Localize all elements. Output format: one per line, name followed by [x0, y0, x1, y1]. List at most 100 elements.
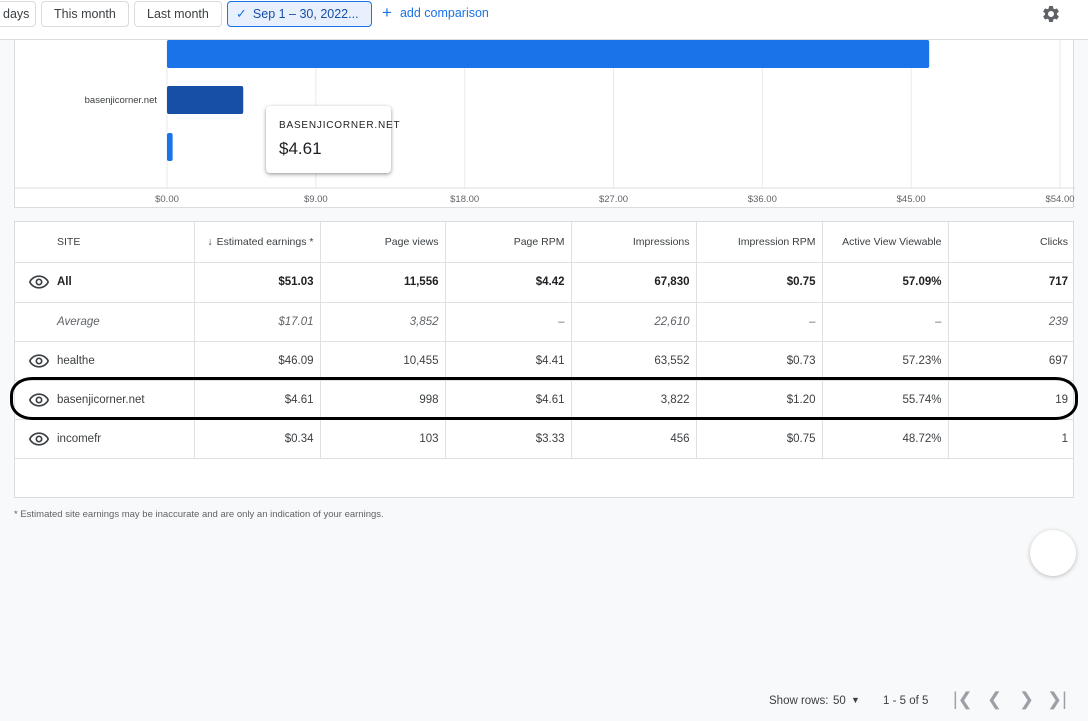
- table-pagination: Show rows: 50 ▼ 1 - 5 of 5 |❮ ❮ ❯ ❯|: [15, 681, 1074, 721]
- rows-per-page-select[interactable]: 50: [833, 695, 846, 707]
- sort-arrow-icon: ↓: [207, 235, 213, 248]
- last-page-icon[interactable]: ❯|: [1047, 689, 1067, 710]
- earnings-bar-chart: $0.00 $9.00 $18.00 $27.00 $36.00 $45.00 $54.00…: [14, 40, 1075, 208]
- table-header-row: SITE ↓ Estimated earnings * Page views Pa…: [15, 222, 1074, 263]
- cell-active-view-viewable: 48.72%: [821, 419, 948, 459]
- x-tick-label: $45.00: [897, 194, 926, 205]
- y-category-label: basenjicorner.net: [85, 95, 158, 106]
- cell-page-rpm: –: [444, 302, 571, 342]
- cell-impression-rpm: –: [695, 302, 822, 342]
- eye-icon[interactable]: [29, 275, 49, 289]
- table-row[interactable]: healthe $46.09 10,455 $4.41 63,552 $0.73 57.23…: [15, 341, 1074, 381]
- cell-impression-rpm: $0.73: [695, 341, 822, 381]
- earnings-footnote: * Estimated site earnings may be inaccur…: [14, 509, 384, 520]
- x-tick-label: $9.00: [304, 194, 328, 205]
- cell-page-views: 10,455: [319, 341, 445, 381]
- column-header-page-rpm[interactable]: Page RPM: [444, 222, 571, 263]
- header-label: Estimated earnings *: [216, 235, 314, 248]
- previous-page-icon[interactable]: ❮: [987, 689, 1002, 710]
- x-tick-label: $54.00: [1045, 194, 1074, 205]
- cell-page-views: 998: [319, 380, 445, 420]
- cell-page-views: 3,852: [319, 302, 445, 342]
- visibility-cell: [15, 302, 55, 342]
- x-tick-label: $18.00: [450, 194, 479, 205]
- column-header-active-view-viewable[interactable]: Active View Viewable: [821, 222, 948, 263]
- first-page-icon[interactable]: |❮: [953, 689, 973, 710]
- cell-active-view-viewable: 55.74%: [821, 380, 948, 420]
- last-month-chip[interactable]: Last month: [134, 1, 222, 27]
- x-tick-label: $27.00: [599, 194, 628, 205]
- cell-page-rpm: $4.61: [444, 380, 571, 420]
- this-month-chip[interactable]: This month: [41, 1, 129, 27]
- cell-clicks: 19: [947, 380, 1074, 420]
- tooltip-value: $4.61: [279, 139, 322, 158]
- x-tick-label: $0.00: [155, 194, 179, 205]
- sites-table-card: SITE ↓ Estimated earnings * Page views Pa…: [14, 221, 1074, 709]
- cell-clicks: 717: [947, 262, 1074, 303]
- eye-icon[interactable]: [29, 353, 49, 368]
- cell-page-rpm: $3.33: [444, 419, 571, 459]
- cell-estimated-earnings: $0.34: [193, 419, 320, 459]
- cell-site: Average: [55, 302, 194, 342]
- table-total-row[interactable]: All $51.03 11,556 $4.42 67,830 $0.75 57.09% 717: [15, 262, 1074, 303]
- chart-tooltip: BASENJICORNER.NET $4.61: [266, 106, 401, 173]
- cell-impression-rpm: $1.20: [695, 380, 822, 420]
- cell-site: All: [55, 262, 194, 303]
- table-row[interactable]: basenjicorner.net $4.61 998 $4.61 3,822 $1.20…: [15, 380, 1074, 420]
- visibility-cell[interactable]: [15, 380, 55, 420]
- chip-label: Sep 1 – 30, 2022...: [252, 7, 359, 21]
- next-page-icon[interactable]: ❯: [1019, 689, 1034, 710]
- pagination-range: 1 - 5 of 5: [883, 695, 929, 707]
- tooltip-title: BASENJICORNER.NET: [279, 120, 401, 131]
- column-header-impressions[interactable]: Impressions: [570, 222, 696, 263]
- cell-impressions: 67,830: [570, 262, 696, 303]
- cell-impressions: 456: [570, 419, 696, 459]
- floating-action-button[interactable]: [1030, 530, 1076, 576]
- last-days-chip[interactable]: days: [0, 1, 36, 27]
- custom-range-chip[interactable]: ✓ Sep 1 – 30, 2022...: [227, 1, 372, 27]
- cell-impressions: 22,610: [570, 302, 696, 342]
- column-header-page-views[interactable]: Page views: [319, 222, 445, 263]
- sites-table: SITE ↓ Estimated earnings * Page views Pa…: [15, 222, 1074, 459]
- table-row[interactable]: incomefr $0.34 103 $3.33 456 $0.75 48.72% 1: [15, 419, 1074, 459]
- add-comparison-button[interactable]: + add comparison: [382, 3, 489, 22]
- cell-estimated-earnings: $17.01: [193, 302, 320, 342]
- eye-column-header: [15, 222, 55, 263]
- cell-impression-rpm: $0.75: [695, 262, 822, 303]
- visibility-cell[interactable]: [15, 419, 55, 459]
- cell-active-view-viewable: –: [821, 302, 948, 342]
- bar-basenjicorner.net[interactable]: [167, 86, 244, 114]
- chip-label: Last month: [147, 7, 209, 21]
- cell-site: healthe: [55, 341, 194, 381]
- table-average-row[interactable]: Average $17.01 3,852–22,610– –239: [15, 302, 1074, 342]
- column-header-estimated-earnings[interactable]: ↓ Estimated earnings *: [193, 222, 320, 263]
- cell-active-view-viewable: 57.23%: [821, 341, 948, 381]
- bar-chart-svg: $0.00 $9.00 $18.00 $27.00 $36.00 $45.00 $54.00…: [15, 40, 1075, 205]
- cell-estimated-earnings: $4.61: [193, 380, 320, 420]
- cell-impressions: 3,822: [570, 380, 696, 420]
- cell-impressions: 63,552: [570, 341, 696, 381]
- eye-icon[interactable]: [29, 392, 49, 407]
- cell-clicks: 697: [947, 341, 1074, 381]
- cell-clicks: 239: [947, 302, 1074, 342]
- gear-icon[interactable]: [1041, 4, 1061, 24]
- plus-icon: +: [382, 3, 392, 22]
- x-tick-label: $36.00: [748, 194, 777, 205]
- bar-site-0[interactable]: [167, 40, 930, 68]
- visibility-cell[interactable]: [15, 341, 55, 381]
- visibility-cell[interactable]: [15, 262, 55, 303]
- cell-page-views: 103: [319, 419, 445, 459]
- column-header-clicks[interactable]: Clicks: [947, 222, 1074, 263]
- column-header-impression-rpm[interactable]: Impression RPM: [695, 222, 822, 263]
- check-icon: ✓: [236, 6, 247, 21]
- add-comparison-label: add comparison: [399, 6, 489, 20]
- eye-icon[interactable]: [29, 431, 49, 446]
- cell-site: basenjicorner.net: [55, 380, 194, 420]
- dropdown-caret-icon[interactable]: ▼: [851, 695, 860, 705]
- column-header-site[interactable]: SITE: [55, 222, 194, 263]
- cell-clicks: 1: [947, 419, 1074, 459]
- bar-site-2[interactable]: [167, 133, 173, 161]
- cell-impression-rpm: $0.75: [695, 419, 822, 459]
- cell-page-views: 11,556: [319, 262, 445, 303]
- cell-estimated-earnings: $46.09: [193, 341, 320, 381]
